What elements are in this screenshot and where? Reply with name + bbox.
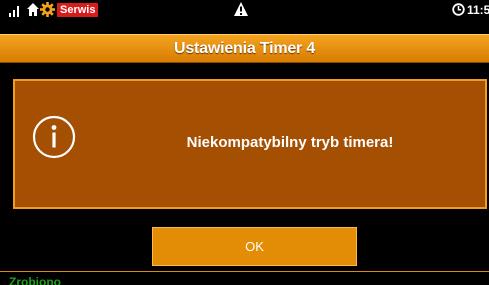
- status-bar: Serwis 11:5: [0, 0, 489, 20]
- status-text: Zrobiono: [9, 275, 61, 285]
- status-line: Zrobiono: [0, 271, 489, 285]
- signal-icon: [9, 5, 23, 17]
- clock-time: 11:5: [467, 3, 489, 17]
- alert-dialog: Niekompatybilny tryb timera!: [13, 79, 487, 209]
- info-icon: [30, 113, 78, 166]
- ok-button[interactable]: OK: [152, 227, 357, 266]
- service-mode-badge: Serwis: [57, 3, 99, 17]
- dialog-message: Niekompatybilny tryb timera!: [186, 134, 394, 151]
- home-icon[interactable]: [27, 3, 39, 21]
- title-bar: Ustawienia Timer 4: [0, 34, 489, 63]
- warning-icon[interactable]: [234, 2, 248, 21]
- gear-icon[interactable]: [40, 2, 55, 22]
- page-title: Ustawienia Timer 4: [173, 40, 316, 57]
- clock-icon: [452, 3, 465, 21]
